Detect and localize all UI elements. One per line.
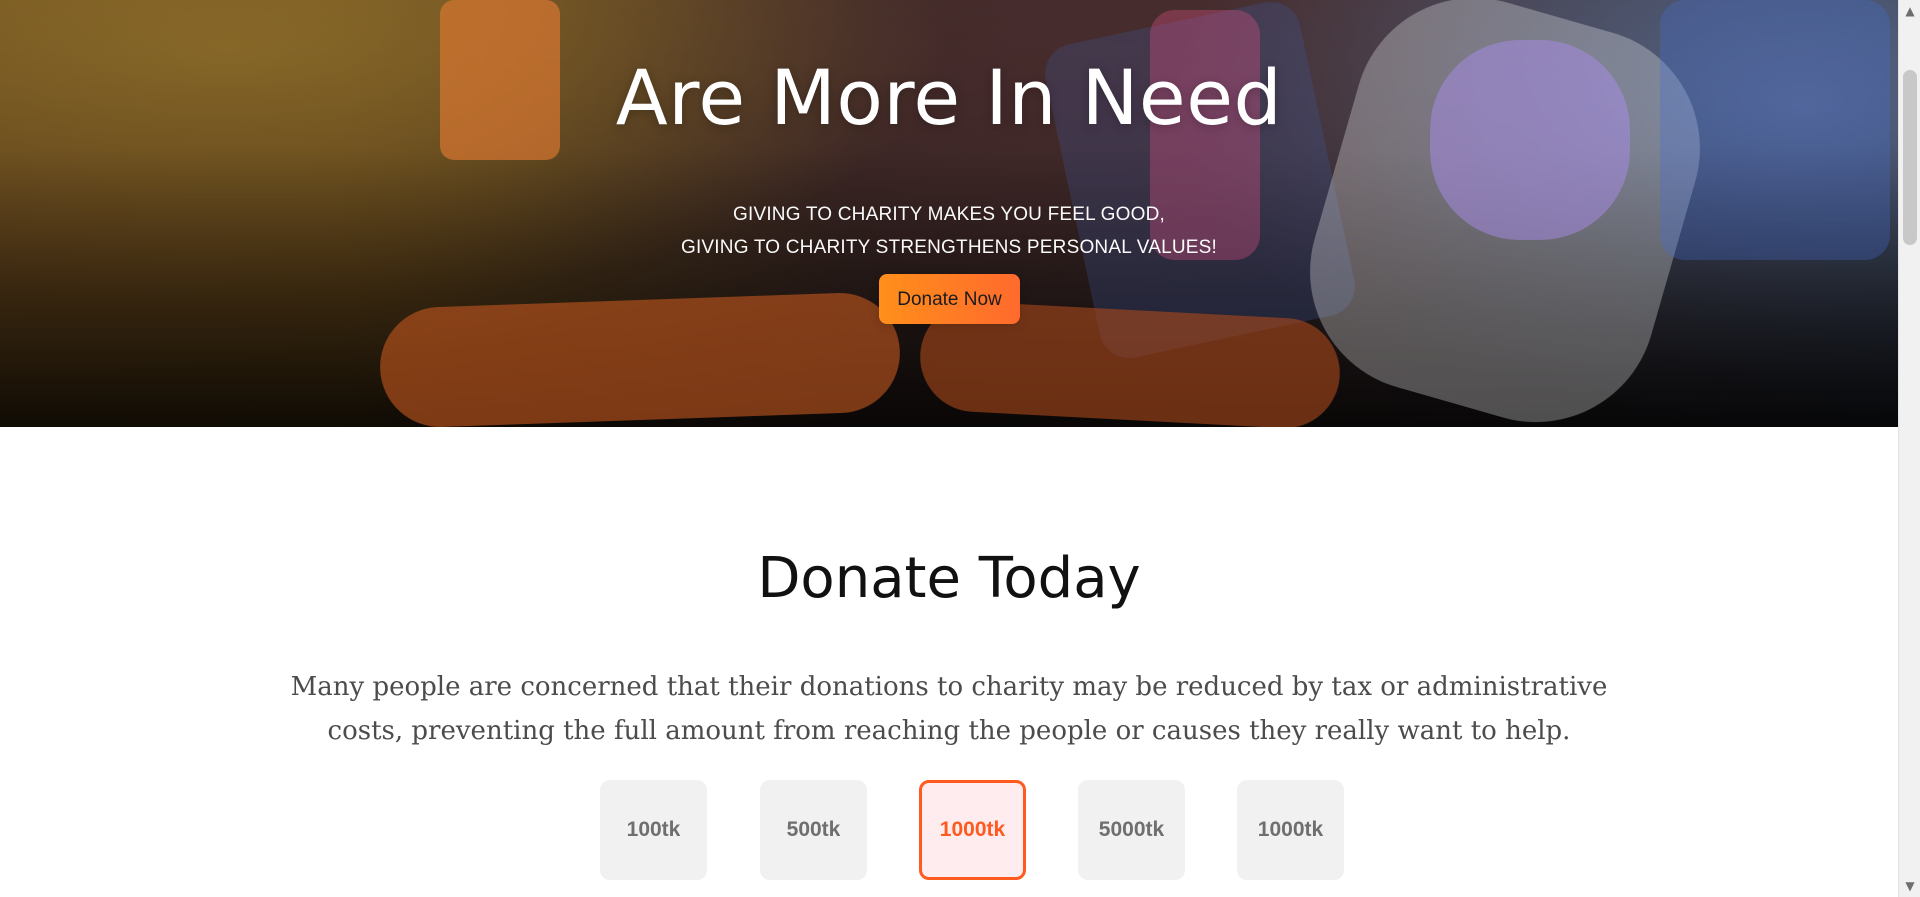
donation-amount-option[interactable]: 500tk: [760, 780, 867, 880]
chevron-down-icon[interactable]: ▼: [1899, 877, 1920, 895]
donation-amount-option[interactable]: 100tk: [600, 780, 707, 880]
donate-now-button[interactable]: Donate Now: [879, 274, 1020, 324]
chevron-up-icon[interactable]: ▲: [1899, 2, 1920, 20]
donation-amount-option-selected[interactable]: 1000tk: [919, 780, 1026, 880]
donation-amounts: 100tk 500tk 1000tk 5000tk 1000tk: [0, 780, 1898, 890]
vertical-scrollbar[interactable]: ▲ ▼: [1898, 0, 1920, 897]
scroll-thumb[interactable]: [1903, 70, 1917, 245]
donation-amount-option[interactable]: 5000tk: [1078, 780, 1185, 880]
hero-subtitle: GIVING TO CHARITY MAKES YOU FEEL GOOD, G…: [0, 198, 1898, 264]
donate-title: Donate Today: [757, 546, 1141, 611]
donation-amount-option[interactable]: 1000tk: [1237, 780, 1344, 880]
page: Are More In Need GIVING TO CHARITY MAKES…: [0, 0, 1898, 897]
hero-subtitle-line-2: GIVING TO CHARITY STRENGTHENS PERSONAL V…: [680, 237, 1218, 258]
donate-description: Many people are concerned that their don…: [290, 672, 1608, 746]
donate-section: Donate Today Many people are concerned t…: [0, 427, 1898, 897]
hero-title: Are More In Need: [615, 53, 1283, 142]
hero-subtitle-line-1: GIVING TO CHARITY MAKES YOU FEEL GOOD,: [732, 204, 1166, 225]
hero-section: Are More In Need GIVING TO CHARITY MAKES…: [0, 0, 1898, 427]
hero-content: Are More In Need GIVING TO CHARITY MAKES…: [0, 0, 1898, 427]
